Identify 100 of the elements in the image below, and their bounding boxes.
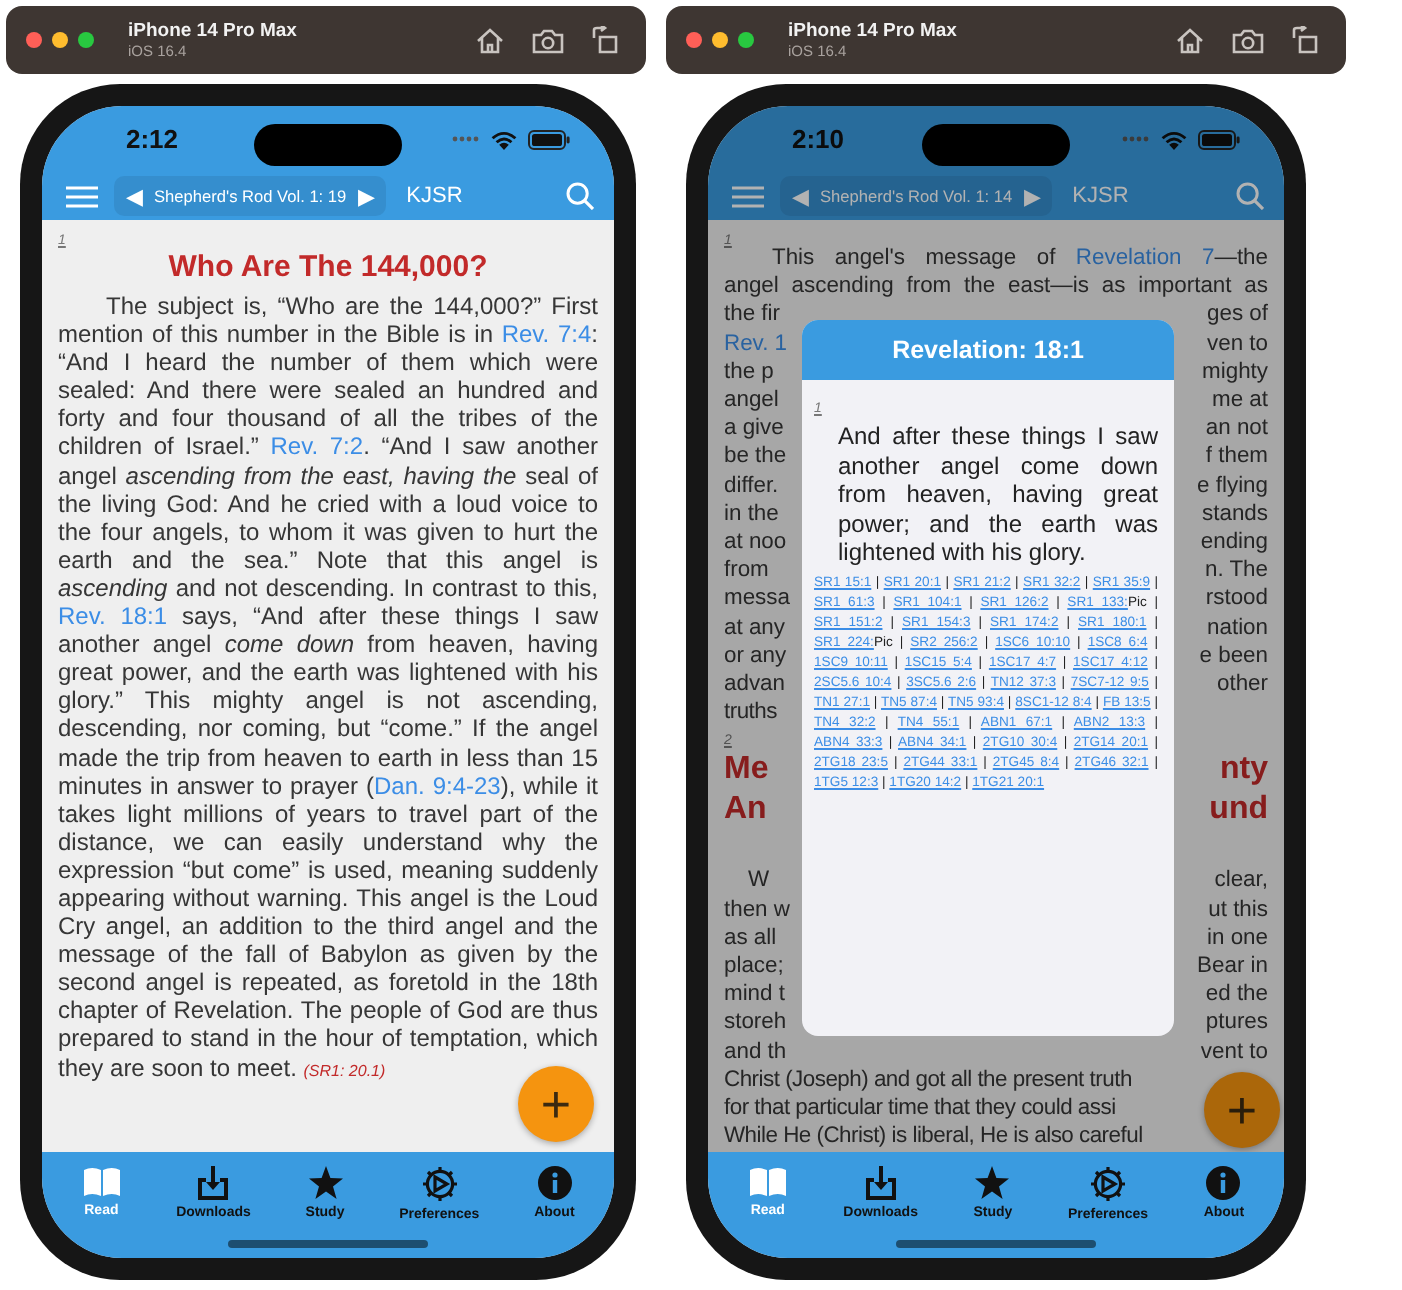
status-time: 2:10	[792, 124, 845, 154]
minimize-button[interactable]	[712, 32, 728, 48]
info-icon	[537, 1166, 572, 1200]
gear-icon	[421, 1166, 458, 1202]
next-button[interactable]: ▶	[358, 183, 375, 209]
download-icon	[863, 1166, 898, 1200]
text-line: for that particular time that they could assi	[724, 1096, 1116, 1121]
camera-icon[interactable]	[532, 27, 564, 53]
verse-link[interactable]: Rev. 7:4	[501, 320, 592, 349]
text-fragment: e flying	[1197, 471, 1268, 500]
text-fragment: ven to	[1207, 329, 1268, 358]
star-icon	[307, 1166, 343, 1200]
popup-title: Revelation: 18:1	[892, 336, 1084, 364]
text-fragment: the p	[724, 357, 774, 387]
close-button[interactable]	[26, 32, 42, 48]
text-fragment: or any	[724, 641, 787, 671]
text-fragment: ut this	[1208, 895, 1268, 924]
rotate-icon[interactable]	[592, 26, 618, 54]
menu-icon[interactable]	[732, 185, 764, 207]
text-fragment: place;	[724, 952, 784, 981]
previous-button[interactable]: ◀	[126, 183, 142, 209]
version-label[interactable]: KJSR	[406, 184, 550, 208]
device-name: iPhone 14 Pro Max	[788, 20, 959, 42]
text-fragment: mighty	[1202, 357, 1268, 387]
version-label[interactable]: KJSR	[1072, 184, 1220, 208]
rotate-icon[interactable]	[1292, 26, 1318, 54]
wifi-icon	[1160, 129, 1188, 149]
text-fragment: at noo	[724, 528, 787, 557]
heading-fragment: und	[1209, 790, 1268, 831]
text-fragment: be the	[724, 442, 787, 472]
book-title[interactable]: Shepherd's Rod Vol. 1: 19	[154, 186, 347, 206]
camera-icon[interactable]	[1232, 27, 1264, 53]
citation-link[interactable]: (SR1: 20.1)	[303, 1061, 386, 1080]
search-icon[interactable]	[566, 182, 594, 210]
battery-icon	[1198, 129, 1240, 149]
text-fragment: an not	[1205, 414, 1268, 443]
zoom-button[interactable]	[738, 32, 754, 48]
text-line: angel ascending from the east—is as important as	[724, 274, 1268, 299]
text-fragment: differ.	[724, 471, 779, 500]
previous-button[interactable]: ◀	[792, 183, 808, 209]
text-fragment: ed the	[1205, 980, 1268, 1009]
heading-fragment: nty	[1220, 750, 1268, 791]
add-button[interactable]: +	[518, 1066, 594, 1142]
text-fragment: at any	[724, 613, 785, 642]
text-fragment: vent to	[1200, 1037, 1268, 1066]
close-button[interactable]	[686, 32, 702, 48]
text-line: This angel's message of Revelation 7—the	[772, 246, 1268, 270]
verse-link[interactable]: Dan. 9:4-23	[373, 771, 501, 800]
verse-link[interactable]: Rev. 1	[724, 329, 788, 358]
text-fragment: from	[724, 556, 769, 585]
book-title[interactable]: Shepherd's Rod Vol. 1: 14	[820, 186, 1013, 206]
book-icon	[747, 1166, 788, 1198]
text-fragment: in the	[724, 499, 779, 529]
signal-icon	[452, 136, 480, 142]
device-name: iPhone 14 Pro Max	[128, 20, 299, 42]
chapter-heading: Who Are The 144,000?	[166, 250, 490, 284]
text-fragment: and th	[724, 1037, 787, 1066]
verse-link[interactable]: Rev. 7:2	[270, 432, 364, 461]
menu-icon[interactable]	[66, 185, 98, 207]
verse-link[interactable]: Revelation 7	[1075, 246, 1215, 270]
text-fragment: me at	[1212, 386, 1268, 415]
signal-icon	[1122, 136, 1150, 142]
text-line: While He (Christ) is liberal, He is also careful	[724, 1124, 1143, 1149]
heading-fragment: An	[724, 790, 767, 831]
gear-icon	[1090, 1166, 1127, 1202]
text-fragment: Bear in	[1197, 952, 1268, 981]
zoom-button[interactable]	[78, 32, 94, 48]
text-fragment: messa	[724, 584, 790, 614]
status-time: 2:12	[126, 124, 179, 154]
text-fragment: clear,	[1214, 866, 1268, 896]
text-fragment: e been	[1199, 641, 1268, 671]
text-fragment: ending	[1200, 528, 1268, 557]
book-icon	[81, 1166, 122, 1198]
verse-text: And after these things I saw another angel come down from heaven, having great power; and the earth was lightened with his glory.	[838, 422, 1158, 567]
verse-link[interactable]: Rev. 18:1	[58, 602, 168, 631]
text-fragment: angel	[724, 386, 779, 415]
info-icon	[1206, 1166, 1241, 1200]
wifi-icon	[490, 129, 518, 149]
star-icon	[974, 1166, 1011, 1200]
heading-fragment: Me	[724, 750, 769, 791]
home-icon[interactable]	[1176, 27, 1204, 53]
battery-icon	[528, 129, 570, 149]
minimize-button[interactable]	[52, 32, 68, 48]
text-fragment: other	[1217, 670, 1268, 699]
home-icon[interactable]	[476, 27, 504, 53]
next-button[interactable]: ▶	[1024, 183, 1041, 209]
text-fragment: n. The	[1204, 556, 1268, 585]
text-fragment: a give	[724, 414, 784, 443]
download-icon	[196, 1166, 231, 1200]
text-fragment: rstood	[1205, 584, 1268, 614]
text-fragment: mind t	[724, 980, 785, 1009]
text-fragment: stands	[1202, 499, 1268, 529]
text-fragment: f them	[1205, 442, 1268, 472]
text-line: Christ (Joseph) and got all the present truth	[724, 1067, 1132, 1092]
add-button[interactable]: +	[1204, 1072, 1280, 1148]
text-fragment: storeh	[724, 1008, 787, 1038]
text-fragment: as all	[724, 923, 777, 953]
text-line: truths	[724, 700, 777, 725]
text-fragment: W	[748, 866, 770, 896]
search-icon[interactable]	[1236, 182, 1264, 210]
